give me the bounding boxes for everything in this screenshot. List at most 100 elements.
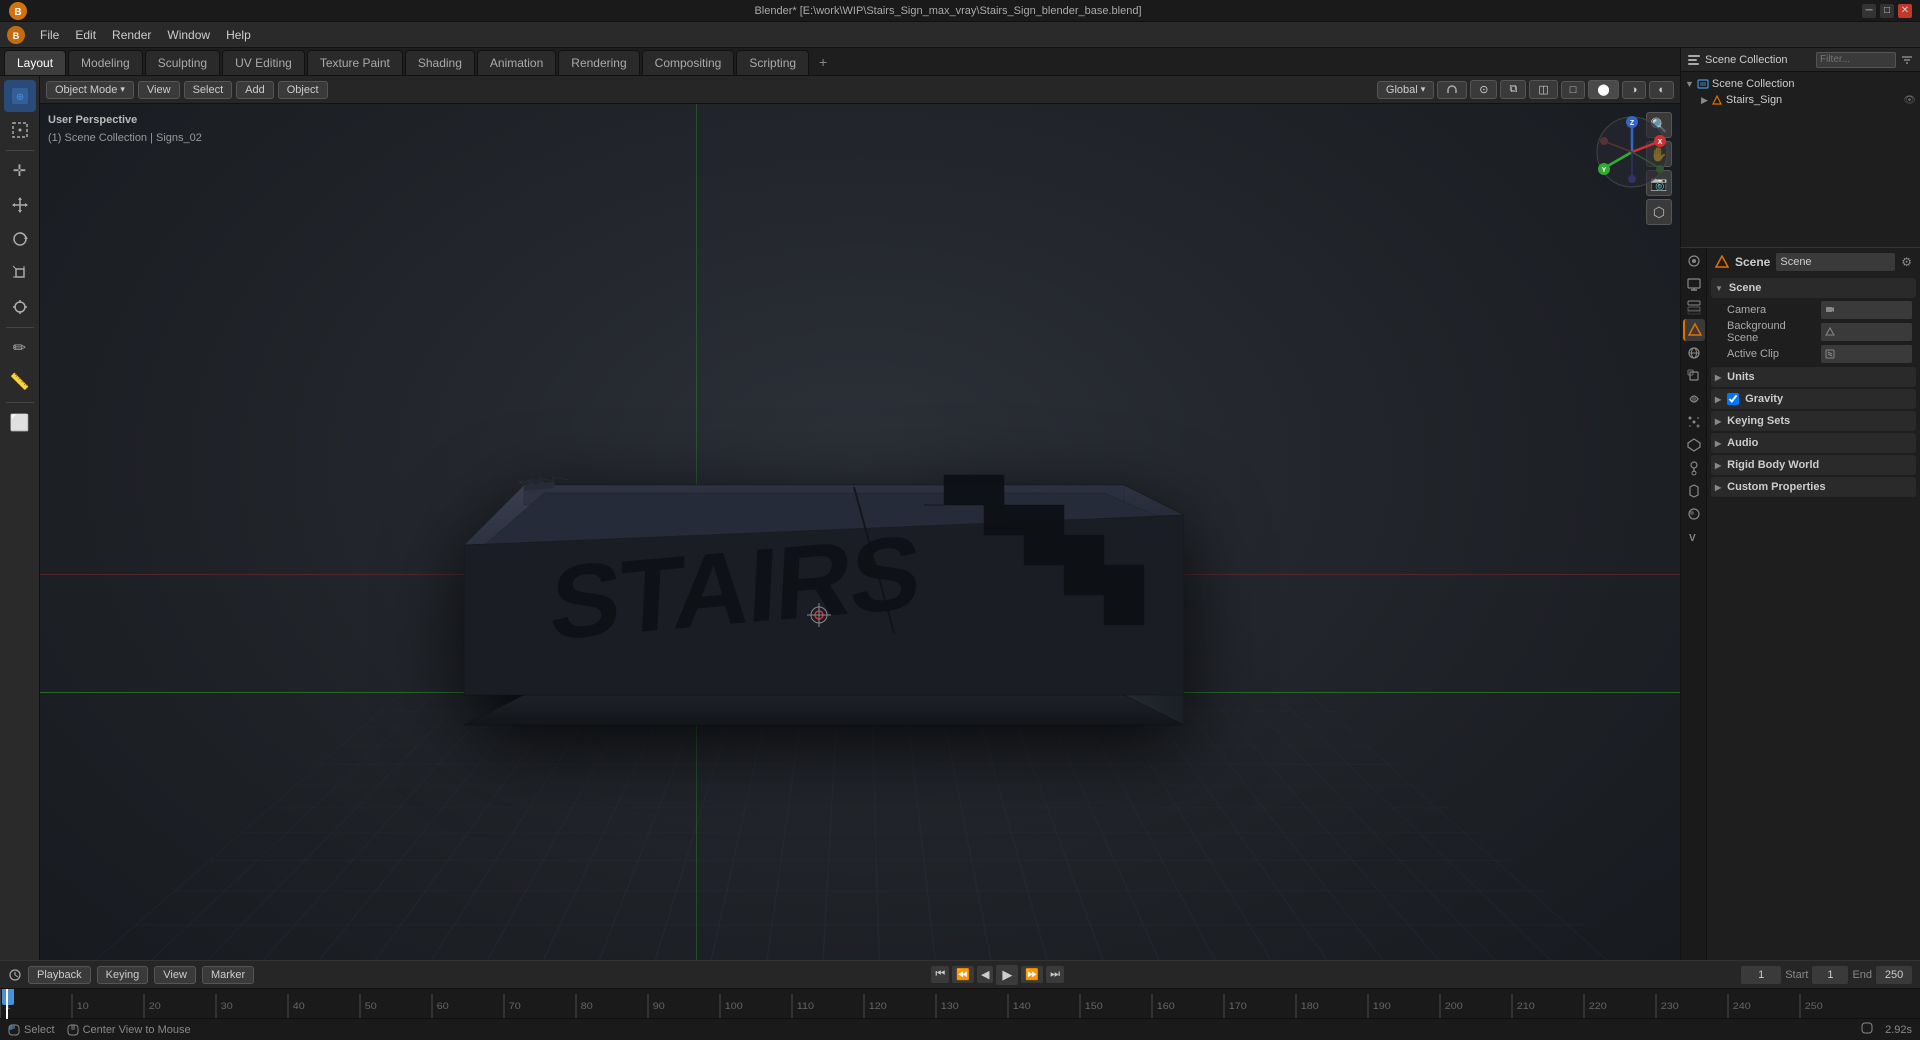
tool-scale[interactable]: [4, 257, 36, 289]
play-button[interactable]: ▶: [996, 965, 1018, 985]
3d-viewport[interactable]: STAIRS: [40, 104, 1680, 1008]
audio-section-chevron: [1715, 438, 1721, 448]
svg-text:10: 10: [77, 1002, 90, 1012]
view-menu[interactable]: View: [138, 81, 180, 99]
viewport-gizmo[interactable]: Z X Y: [1592, 112, 1672, 192]
tab-sculpting[interactable]: Sculpting: [145, 50, 220, 75]
prop-tab-scene[interactable]: [1683, 319, 1705, 341]
gravity-checkbox[interactable]: [1727, 393, 1739, 405]
tab-texture-paint[interactable]: Texture Paint: [307, 50, 403, 75]
custom-props-header[interactable]: Custom Properties: [1711, 477, 1916, 497]
camera-field-icon: [1825, 305, 1835, 315]
gravity-section-header[interactable]: Gravity: [1711, 389, 1916, 409]
minimize-button[interactable]: ─: [1862, 4, 1876, 18]
tool-measure[interactable]: 📏: [4, 366, 36, 398]
reverse-play-button[interactable]: ◀: [977, 966, 993, 983]
object-menu[interactable]: Object: [278, 81, 328, 99]
playback-menu[interactable]: Playback: [28, 966, 91, 984]
prop-tab-world[interactable]: [1683, 342, 1705, 364]
tool-add-cube[interactable]: ⬜: [4, 407, 36, 439]
snap-button[interactable]: [1437, 81, 1467, 99]
jump-end-button[interactable]: ⏭: [1046, 966, 1064, 983]
rigid-body-header[interactable]: Rigid Body World: [1711, 455, 1916, 475]
select-menu[interactable]: Select: [184, 81, 233, 99]
visibility-icon[interactable]: 👁: [1903, 95, 1916, 106]
prop-tab-vray[interactable]: V: [1683, 526, 1705, 548]
prop-tab-physics[interactable]: [1683, 434, 1705, 456]
tab-layout[interactable]: Layout: [4, 50, 66, 75]
perspective-icon[interactable]: ⬡: [1646, 199, 1672, 225]
prop-tab-modifier[interactable]: [1683, 388, 1705, 410]
add-menu[interactable]: Add: [236, 81, 274, 99]
menu-edit[interactable]: Edit: [67, 25, 104, 45]
keying-menu[interactable]: Keying: [97, 966, 149, 984]
tool-select-box[interactable]: [4, 114, 36, 146]
scene-settings-icon[interactable]: ⚙: [1901, 255, 1912, 269]
step-back-button[interactable]: ⏪: [952, 966, 974, 983]
tool-cursor-icon[interactable]: ✛: [4, 155, 36, 187]
current-frame-field[interactable]: 1: [1741, 966, 1781, 984]
jump-start-button[interactable]: ⏮: [931, 966, 949, 983]
step-forward-button[interactable]: ⏩: [1021, 966, 1043, 983]
section-keying-sets: Keying Sets: [1711, 411, 1916, 431]
frame-marker[interactable]: [2, 989, 14, 1005]
window-controls[interactable]: ─ □ ✕: [1862, 4, 1912, 18]
prop-tab-output[interactable]: [1683, 273, 1705, 295]
outliner-scene-item[interactable]: ▶ Stairs_Sign 👁: [1685, 92, 1916, 108]
tab-rendering[interactable]: Rendering: [558, 50, 639, 75]
tab-animation[interactable]: Animation: [477, 50, 556, 75]
scene-section-header[interactable]: Scene: [1711, 278, 1916, 298]
wireframe-shading[interactable]: □: [1561, 81, 1586, 99]
menu-help[interactable]: Help: [218, 25, 259, 45]
timeline-icon[interactable]: [8, 968, 22, 982]
tab-modeling[interactable]: Modeling: [68, 50, 143, 75]
tab-scripting[interactable]: Scripting: [736, 50, 809, 75]
prop-tab-viewlayer[interactable]: [1683, 296, 1705, 318]
close-button[interactable]: ✕: [1898, 4, 1912, 18]
prop-tab-object[interactable]: [1683, 365, 1705, 387]
outliner-search[interactable]: [1816, 52, 1896, 68]
svg-text:160: 160: [1157, 1002, 1176, 1012]
camera-value[interactable]: [1821, 301, 1912, 319]
keying-sets-header[interactable]: Keying Sets: [1711, 411, 1916, 431]
tool-annotate[interactable]: ✏: [4, 332, 36, 364]
start-frame-field[interactable]: 1: [1812, 966, 1848, 984]
object-mode-dropdown[interactable]: Object Mode ▾: [46, 81, 134, 99]
prop-tab-material[interactable]: [1683, 503, 1705, 525]
prop-tab-data[interactable]: [1683, 480, 1705, 502]
add-workspace-button[interactable]: +: [811, 49, 835, 75]
marker-menu[interactable]: Marker: [202, 966, 254, 984]
tab-compositing[interactable]: Compositing: [642, 50, 735, 75]
outliner-scene-collection[interactable]: ▼ Scene Collection: [1685, 76, 1916, 92]
background-scene-value[interactable]: [1821, 323, 1912, 341]
tool-move[interactable]: [4, 189, 36, 221]
tool-rotate[interactable]: [4, 223, 36, 255]
timeline-ruler[interactable]: 1 10 20 30 40 50 60 70 80 90 100 110 120: [0, 989, 1920, 1019]
filter-icon[interactable]: [1900, 53, 1914, 67]
proportional-edit[interactable]: ⊙: [1470, 80, 1497, 99]
menu-window[interactable]: Window: [159, 25, 218, 45]
scene-name-field[interactable]: Scene: [1776, 253, 1895, 271]
maximize-button[interactable]: □: [1880, 4, 1894, 18]
tool-cursor[interactable]: ⊕: [4, 80, 36, 112]
audio-section-header[interactable]: Audio: [1711, 433, 1916, 453]
prop-tab-constraints[interactable]: [1683, 457, 1705, 479]
units-section-header[interactable]: Units: [1711, 367, 1916, 387]
menu-render[interactable]: Render: [104, 25, 159, 45]
tab-shading[interactable]: Shading: [405, 50, 475, 75]
tool-transform[interactable]: [4, 291, 36, 323]
active-clip-value[interactable]: [1821, 345, 1912, 363]
prop-tab-render[interactable]: [1683, 250, 1705, 272]
timeline-playhead[interactable]: [6, 989, 8, 1019]
view-menu-tl[interactable]: View: [154, 966, 196, 984]
menu-file[interactable]: File: [32, 25, 67, 45]
show-overlay[interactable]: ⧉: [1500, 80, 1526, 99]
xray-toggle[interactable]: ◫: [1529, 80, 1557, 99]
material-preview[interactable]: ◑: [1622, 81, 1647, 99]
end-frame-field[interactable]: 250: [1876, 966, 1912, 984]
prop-tab-particles[interactable]: [1683, 411, 1705, 433]
tab-uv-editing[interactable]: UV Editing: [222, 50, 305, 75]
global-orientation[interactable]: Global ▾: [1377, 81, 1434, 99]
rendered-shading[interactable]: ◐: [1649, 81, 1674, 99]
solid-shading[interactable]: ⬤: [1588, 80, 1618, 99]
